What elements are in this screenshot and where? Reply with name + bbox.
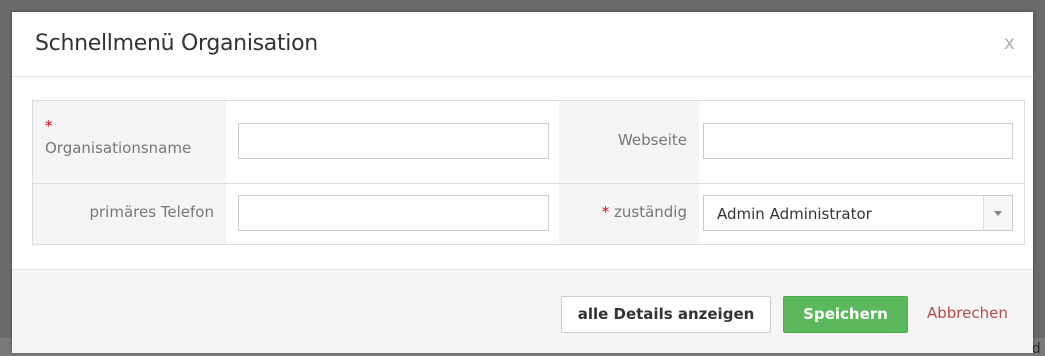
select-toggle[interactable]: [983, 196, 1012, 230]
form-row: primäres Telefon * zuständig Admin Admin…: [33, 184, 1024, 244]
responsible-label-text: zuständig: [614, 203, 687, 221]
form-row: * Organisationsname Webseite: [33, 101, 1024, 184]
chevron-down-icon: [994, 211, 1002, 216]
website-label-cell: Webseite: [559, 101, 699, 183]
quick-create-form: * Organisationsname Webseite primäres Te…: [32, 100, 1025, 245]
primary-phone-input[interactable]: [238, 195, 549, 231]
organisation-name-label-cell: * Organisationsname: [33, 101, 226, 183]
show-all-details-button[interactable]: alle Details anzeigen: [561, 296, 771, 333]
responsible-selected-value: Admin Administrator: [717, 205, 872, 223]
organisation-name-input[interactable]: [238, 123, 549, 159]
responsible-label-cell: * zuständig: [559, 184, 699, 244]
organisation-name-label-text: Organisationsname: [45, 139, 192, 157]
website-label: Webseite: [617, 131, 687, 149]
modal-footer: alle Details anzeigen Speichern Abbreche…: [12, 269, 1033, 353]
primary-phone-label-cell: primäres Telefon: [33, 184, 226, 244]
required-marker: *: [45, 117, 53, 135]
responsible-select[interactable]: Admin Administrator: [703, 195, 1013, 231]
modal-header: Schnellmenü Organisation x: [12, 12, 1033, 77]
save-button[interactable]: Speichern: [783, 296, 908, 333]
responsible-label: * zuständig: [602, 203, 687, 221]
organisation-name-label: * Organisationsname: [45, 117, 192, 158]
close-icon[interactable]: x: [1004, 32, 1015, 54]
website-input[interactable]: [703, 123, 1013, 159]
quick-create-modal: Schnellmenü Organisation x * Organisatio…: [12, 12, 1033, 353]
modal-title: Schnellmenü Organisation: [35, 31, 318, 56]
primary-phone-label: primäres Telefon: [89, 203, 214, 221]
required-marker: *: [601, 203, 610, 221]
cancel-link[interactable]: Abbrechen: [927, 304, 1008, 322]
